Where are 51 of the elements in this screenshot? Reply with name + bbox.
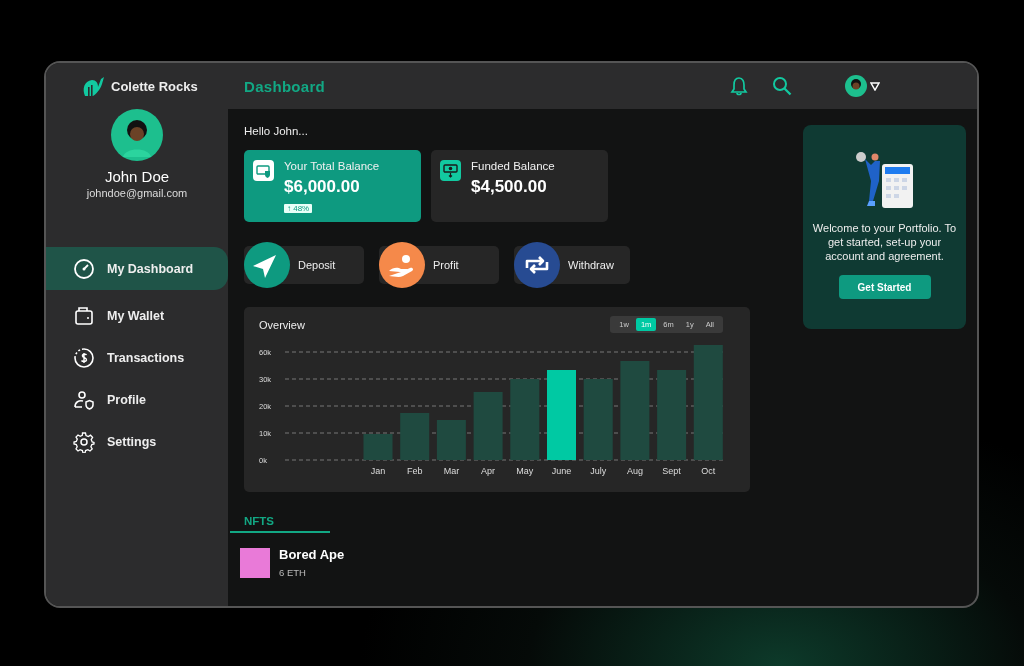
cash-icon — [440, 160, 461, 181]
axis-label: Oct — [701, 466, 716, 476]
wallet-icon — [253, 160, 274, 181]
nft-name: Bored Ape — [279, 547, 345, 562]
sidebar-item[interactable]: Settings — [46, 425, 228, 458]
nft-price: 6 ETH — [279, 567, 307, 578]
get-started-button[interactable]: Get Started — [838, 275, 931, 299]
axis-label: May — [516, 466, 534, 476]
balance-label: Funded Balance — [471, 160, 555, 172]
caret-icon[interactable] — [870, 81, 880, 91]
axis-label: June — [551, 466, 572, 476]
balance-amount: $4,500.00 — [471, 177, 548, 197]
nav-icon — [73, 346, 95, 369]
balance-label: Your Total Balance — [284, 160, 380, 172]
bell-icon[interactable] — [730, 76, 748, 96]
page-title: Dashboard — [244, 77, 327, 95]
user-name: John Doe — [104, 168, 170, 185]
chart-title: Overview — [259, 318, 305, 331]
axis-label: Sept — [662, 466, 681, 476]
sidebar-item[interactable]: Profile — [46, 383, 228, 416]
avatar[interactable] — [845, 75, 867, 97]
sidebar-item[interactable]: My Dashboard — [46, 247, 228, 290]
brand-name: Colette Rocks — [111, 78, 198, 94]
calculator-person-drawing — [854, 151, 915, 209]
axis-label: Mar — [443, 466, 460, 476]
photo-placeholder — [240, 547, 270, 578]
axis-label: Jan — [370, 466, 386, 476]
sidebar-item[interactable]: My Wallet — [46, 299, 228, 332]
nav-icon — [73, 304, 95, 327]
repeat-arrows-icon — [514, 242, 560, 288]
logo-icon — [81, 75, 105, 97]
axis-label: Apr — [481, 466, 496, 476]
nfts-tab[interactable]: NFTS — [230, 515, 330, 533]
paper-plane-icon — [244, 242, 290, 288]
change-badge: ↑ 48% — [284, 204, 313, 213]
welcome-text: Welcome to your Portfolio. To get started, set-up your account and agreement. — [811, 221, 958, 263]
nav-icon — [73, 388, 95, 411]
axis-label: Feb — [406, 466, 423, 476]
nav-icon — [73, 430, 95, 453]
search-icon[interactable] — [772, 76, 792, 96]
avatar — [111, 109, 163, 161]
balance-card[interactable]: Funded Balance $4,500.00 — [431, 150, 608, 222]
nav-icon — [73, 257, 95, 280]
balance-amount: $6,000.00 — [284, 177, 361, 197]
balance-card[interactable]: Your Total Balance $6,000.00 ↑ 48% — [244, 150, 421, 222]
greeting: Hello John... — [244, 125, 309, 139]
sidebar-item[interactable]: Transactions — [46, 341, 228, 374]
user-email: johndoe@gmail.com — [86, 187, 188, 199]
axis-label: July — [590, 466, 607, 476]
hand-coin-icon — [379, 242, 425, 288]
axis-label: Aug — [626, 466, 643, 476]
